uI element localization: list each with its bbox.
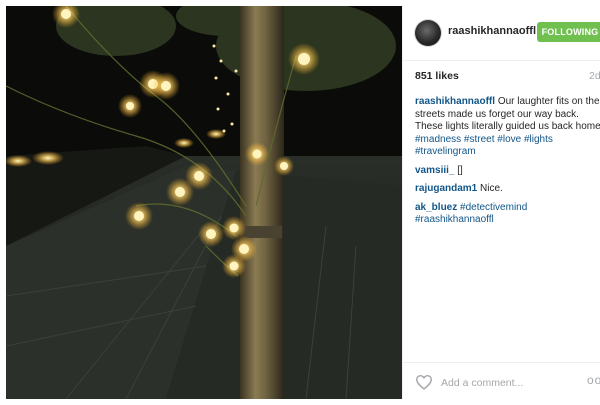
comment-item: vamsiii_ [] (415, 165, 600, 178)
caption: raashikhannaoffl Our laughter fits on th… (415, 96, 600, 159)
hashtag-link[interactable]: #raashikhannaoffl (415, 214, 494, 225)
hashtag-link[interactable]: #street (464, 134, 495, 145)
hashtag-link[interactable]: #madness (415, 134, 461, 145)
hashtag-link[interactable]: #travelingram (415, 146, 476, 157)
likes-row: 851 likes 2d (403, 60, 600, 90)
post-header: raashikhannaoffl FOLLOWING (403, 6, 600, 61)
comments-list: raashikhannaoffl Our laughter fits on th… (415, 96, 600, 233)
comment-text: [] (457, 164, 463, 176)
post-sidebar: raashikhannaoffl FOLLOWING 851 likes 2d … (402, 6, 600, 399)
more-options-icon[interactable]: oo (587, 373, 600, 387)
hashtag-link[interactable]: #love (497, 134, 521, 145)
hashtag-link[interactable]: #detectivemind (460, 202, 527, 213)
following-button[interactable]: FOLLOWING (537, 22, 600, 42)
post-footer: oo (403, 362, 600, 400)
comment-username[interactable]: rajugandam1 (415, 183, 477, 194)
comment-username[interactable]: vamsiii_ (415, 165, 454, 176)
likes-count[interactable]: 851 likes (415, 70, 459, 82)
post-photo[interactable] (6, 6, 402, 399)
comment-text: Nice. (480, 183, 503, 194)
post-username[interactable]: raashikhannaoffl (448, 25, 536, 37)
comment-item: rajugandam1 Nice. (415, 183, 600, 196)
add-comment-input[interactable] (441, 375, 581, 391)
caption-username[interactable]: raashikhannaoffl (415, 96, 495, 107)
hashtag-link[interactable]: #lights (524, 134, 553, 145)
avatar[interactable] (415, 20, 441, 46)
comment-item: ak_bluez #detectivemind #raashikhannaoff… (415, 202, 600, 227)
heart-icon[interactable] (415, 374, 433, 390)
post-time[interactable]: 2d (589, 70, 600, 82)
comment-username[interactable]: ak_bluez (415, 202, 457, 213)
